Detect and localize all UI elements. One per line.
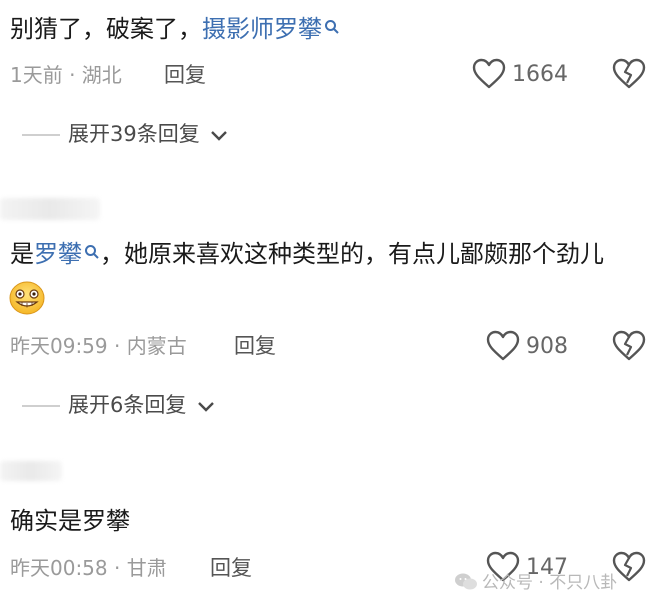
comment-1-link[interactable]: 摄影师罗攀 — [202, 15, 340, 43]
search-icon — [85, 245, 99, 259]
comment-2-text: 是罗攀 ，她原来喜欢这种类型的，有点儿鄙颇那个劲儿 — [10, 240, 604, 268]
comment-3-meta: 昨天00:58 · 甘肃 — [10, 556, 167, 580]
comment-2-reply-button[interactable]: 回复 — [234, 333, 276, 359]
comment-3-reply-button[interactable]: 回复 — [210, 555, 252, 581]
comment-1-meta: 1天前 · 湖北 — [10, 63, 122, 87]
divider — [22, 134, 60, 136]
chevron-down-icon — [198, 402, 214, 412]
blurred-username — [0, 461, 62, 481]
blurred-username — [0, 198, 100, 220]
search-icon — [325, 20, 339, 34]
grin-emoji-icon — [9, 281, 45, 315]
comment-1-text: 别猜了，破案了，摄影师罗攀 — [10, 14, 340, 44]
comment-2-meta: 昨天09:59 · 内蒙古 — [10, 334, 187, 358]
broken-heart-icon[interactable] — [612, 58, 646, 90]
expand-replies-button-1[interactable]: 展开39条回复 — [68, 121, 228, 147]
comment-1-reply-button[interactable]: 回复 — [164, 62, 206, 88]
comment-2-link[interactable]: 罗攀 — [34, 240, 100, 268]
expand-replies-button-2[interactable]: 展开6条回复 — [68, 392, 215, 418]
watermark: 公众号 · 不只八卦 — [454, 568, 617, 593]
heart-icon[interactable] — [472, 58, 506, 90]
wechat-icon — [455, 573, 477, 590]
heart-icon[interactable] — [486, 330, 520, 362]
comment-2-like-count: 908 — [526, 334, 568, 359]
chevron-down-icon — [211, 131, 228, 141]
divider — [22, 405, 60, 407]
comment-3-text: 确实是罗攀 — [10, 507, 130, 535]
comment-1-like-count: 1664 — [512, 62, 568, 87]
broken-heart-icon[interactable] — [612, 330, 646, 362]
